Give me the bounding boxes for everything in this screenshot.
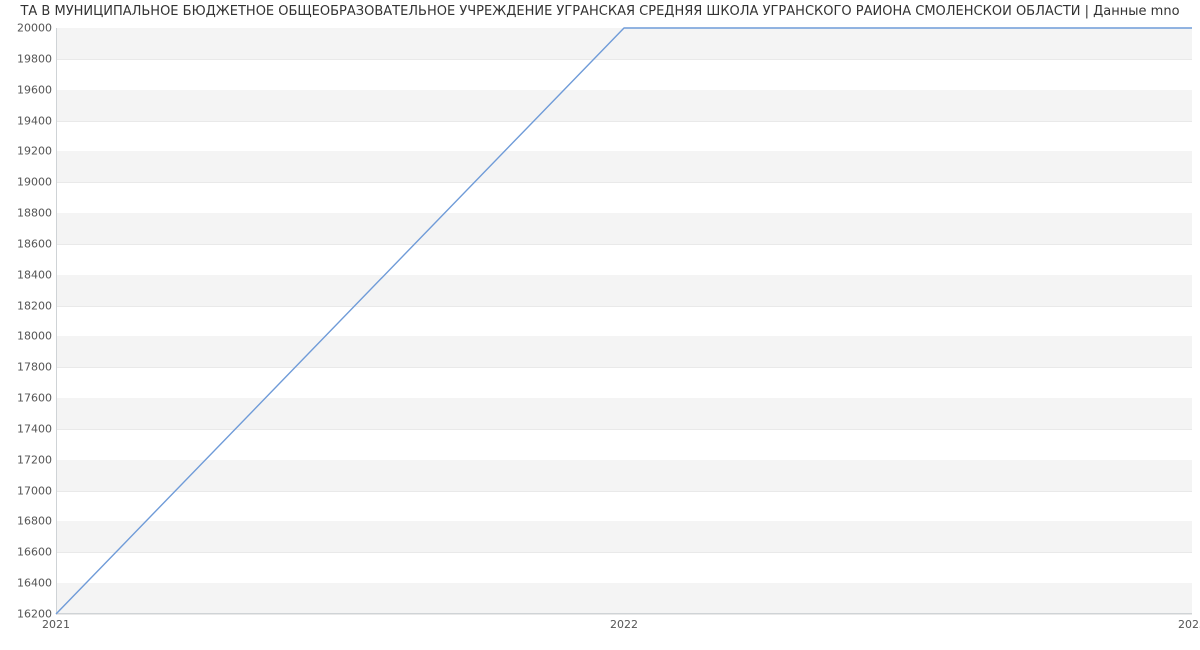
y-axis-tick: 17200: [8, 453, 52, 466]
x-axis-tick: 2021: [42, 618, 70, 631]
y-axis-tick: 18400: [8, 268, 52, 281]
y-axis-tick: 19600: [8, 83, 52, 96]
x-axis-tick: 2022: [610, 618, 638, 631]
chart-title: ТА В МУНИЦИПАЛЬНОЕ БЮДЖЕТНОЕ ОБЩЕОБРАЗОВ…: [0, 4, 1200, 19]
y-axis-tick: 16400: [8, 577, 52, 590]
y-axis-tick: 18800: [8, 207, 52, 220]
y-axis-tick: 19000: [8, 176, 52, 189]
line-series: [56, 28, 1192, 614]
series-line: [56, 28, 1192, 614]
plot-area: [56, 28, 1192, 614]
y-axis-tick: 18200: [8, 299, 52, 312]
grid-line: [56, 614, 1192, 615]
y-axis-tick: 20000: [8, 22, 52, 35]
y-axis-tick: 16800: [8, 515, 52, 528]
x-axis-tick: 2023: [1178, 618, 1200, 631]
y-axis-tick: 17600: [8, 392, 52, 405]
y-axis-tick: 18000: [8, 330, 52, 343]
y-axis-tick: 17400: [8, 422, 52, 435]
y-axis-tick: 16600: [8, 546, 52, 559]
y-axis-tick: 19200: [8, 145, 52, 158]
chart-container: ТА В МУНИЦИПАЛЬНОЕ БЮДЖЕТНОЕ ОБЩЕОБРАЗОВ…: [0, 0, 1200, 650]
y-axis-tick: 18600: [8, 237, 52, 250]
y-axis-tick: 19800: [8, 52, 52, 65]
y-axis-tick: 19400: [8, 114, 52, 127]
y-axis-tick: 17800: [8, 361, 52, 374]
y-axis-tick: 17000: [8, 484, 52, 497]
